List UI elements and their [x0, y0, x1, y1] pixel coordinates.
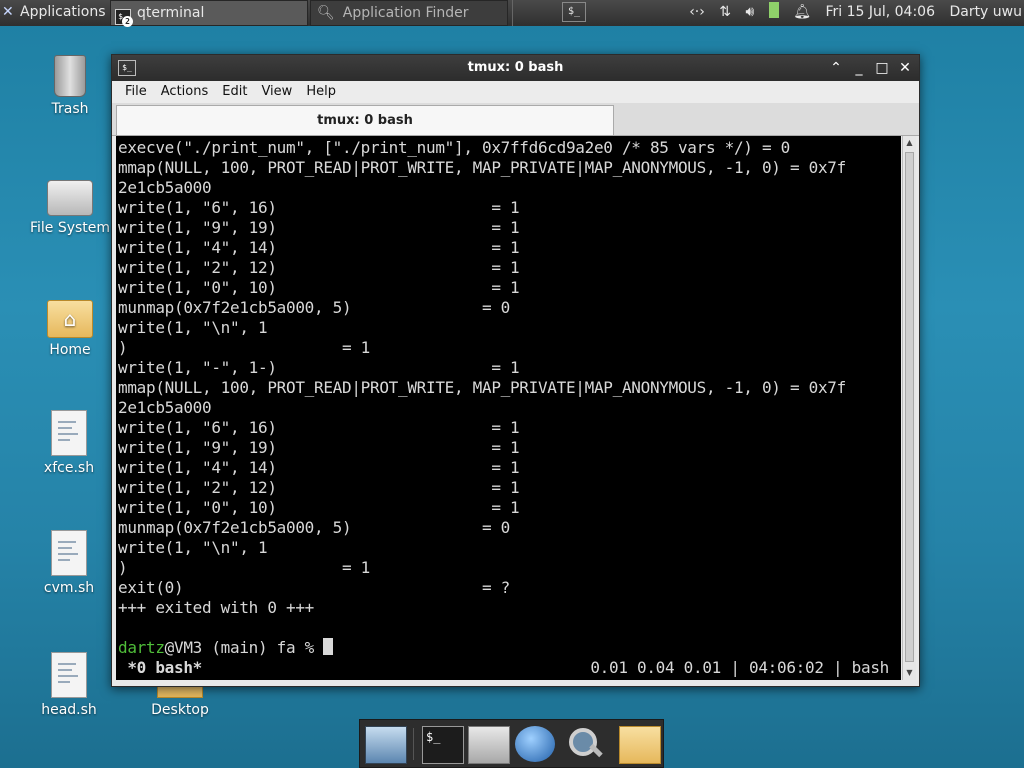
terminal-line: execve("./print_num", ["./print_num"], 0… — [118, 138, 790, 157]
menu-file[interactable]: File — [118, 81, 154, 103]
menu-edit[interactable]: Edit — [215, 81, 254, 103]
taskbar-item-label: Application Finder — [342, 5, 469, 21]
dock: $_ — [359, 719, 664, 768]
desktop-icon-trash[interactable]: Trash — [20, 55, 120, 117]
terminal-icon: $_2 — [115, 9, 133, 27]
terminal-line: write(1, "\n", 1 — [118, 538, 268, 557]
desktop-icon-label: File System — [29, 220, 111, 236]
tab-tmux-bash[interactable]: tmux: 0 bash — [116, 105, 614, 135]
terminal-line: write(1, "6", 16) = 1 — [118, 198, 520, 217]
window-title: tmux: 0 bash — [467, 60, 564, 75]
text-cursor — [323, 638, 334, 655]
network-updown-icon[interactable]: ⇅ — [719, 4, 731, 20]
desktop-icon-label: Trash — [51, 101, 89, 117]
tmux-status-window[interactable]: *0 bash* — [118, 658, 202, 678]
hard-drive-icon — [47, 180, 93, 216]
top-panel: ✕Applications $_2qterminal 🔍︎Application… — [0, 0, 1024, 27]
menu-bar: File Actions Edit View Help — [112, 81, 919, 103]
terminal-line: 2e1cb5a000 — [118, 398, 212, 417]
terminal-line: munmap(0x7f2e1cb5a000, 5) = 0 — [118, 518, 510, 537]
terminal-line: write(1, "4", 14) = 1 — [118, 238, 520, 257]
desktop-icon-label: head.sh — [41, 702, 97, 718]
folder-icon[interactable] — [619, 726, 661, 764]
desktop-icon-label: cvm.sh — [43, 580, 95, 596]
terminal-scrollbar[interactable]: ▲ ▼ — [902, 136, 916, 680]
desktop-icon-label: Desktop — [151, 702, 209, 718]
file-manager-icon[interactable] — [468, 726, 510, 764]
desktop-icon-file-system[interactable]: File System — [20, 180, 120, 236]
shell-prompt[interactable]: dartz@VM3 (main) fa % — [118, 638, 334, 658]
shade-up-icon[interactable]: ⌃ — [826, 58, 846, 78]
battery-icon[interactable] — [768, 2, 779, 18]
desktop-icon-xfce-sh[interactable]: xfce.sh — [19, 410, 119, 476]
terminal-line: write(1, "2", 12) = 1 — [118, 258, 520, 277]
terminal-line: mmap(NULL, 100, PROT_READ|PROT_WRITE, MA… — [118, 378, 846, 397]
terminal-line: +++ exited with 0 +++ — [118, 598, 314, 617]
system-tray: ‹·› ⇅ 🔊︎ 🔔︎ Fri 15 Jul, 04:06 Darty uwu — [679, 0, 1024, 26]
scroll-up-icon[interactable]: ▲ — [903, 136, 916, 150]
clock[interactable]: Fri 15 Jul, 04:06 — [825, 4, 935, 20]
terminal-line: write(1, "\n", 1 — [118, 318, 268, 337]
show-desktop-icon[interactable] — [365, 726, 407, 764]
tmux-status-right: 0.01 0.04 0.01 | 04:06:02 | bash — [590, 658, 889, 677]
terminal-line: write(1, "0", 10) = 1 — [118, 498, 520, 517]
panel-separator — [512, 0, 513, 26]
terminal-line: ) = 1 — [118, 558, 370, 577]
prompt-host-path: @VM3 (main) fa % — [164, 638, 324, 657]
application-finder-icon[interactable] — [565, 726, 605, 762]
terminal-line: write(1, "-", 1-) = 1 — [118, 358, 520, 377]
trash-icon — [54, 55, 86, 97]
script-file-icon — [51, 410, 87, 456]
window-count-badge: 2 — [122, 16, 133, 27]
user-name[interactable]: Darty uwu — [949, 4, 1022, 20]
terminal-line: mmap(NULL, 100, PROT_READ|PROT_WRITE, MA… — [118, 158, 846, 177]
scrollbar-thumb[interactable] — [905, 152, 914, 662]
terminal-launcher-icon[interactable]: $_ — [562, 2, 586, 22]
window-titlebar[interactable]: $_ tmux: 0 bash ⌃ _ □ ✕ — [112, 55, 919, 81]
desktop-icon-cvm-sh[interactable]: cvm.sh — [19, 530, 119, 596]
terminal-line: write(1, "0", 10) = 1 — [118, 278, 520, 297]
home-folder-icon: ⌂ — [47, 300, 93, 338]
applications-menu-button[interactable]: ✕ Applications — [2, 0, 106, 26]
script-file-icon — [51, 530, 87, 576]
scroll-down-icon[interactable]: ▼ — [903, 666, 916, 680]
close-icon[interactable]: ✕ — [895, 58, 915, 78]
desktop-icon-label: Home — [49, 342, 91, 358]
menu-help[interactable]: Help — [299, 81, 343, 103]
desktop-icon-home[interactable]: ⌂ Home — [20, 300, 120, 358]
terminal-line: exit(0) = ? — [118, 578, 510, 597]
network-arrows-icon[interactable]: ‹·› — [689, 4, 705, 20]
terminal-line: write(1, "9", 19) = 1 — [118, 438, 520, 457]
notification-bell-icon[interactable]: 🔔︎ — [793, 4, 811, 20]
menu-view[interactable]: View — [254, 81, 299, 103]
terminal-line: write(1, "6", 16) = 1 — [118, 418, 520, 437]
terminal-line: 2e1cb5a000 — [118, 178, 212, 197]
dock-separator — [413, 728, 414, 760]
desktop-icon-label: xfce.sh — [43, 460, 95, 476]
xfce-logo-icon: ✕ — [2, 4, 14, 20]
desktop-icon-head-sh[interactable]: head.sh — [19, 652, 119, 718]
menu-actions[interactable]: Actions — [154, 81, 216, 103]
terminal-icon[interactable]: $_ — [422, 726, 464, 764]
taskbar-item-application-finder[interactable]: 🔍︎ Application Finder — [310, 0, 508, 26]
terminal-line: write(1, "4", 14) = 1 — [118, 458, 520, 477]
taskbar-item-label: qterminal — [137, 5, 205, 21]
minimize-icon[interactable]: _ — [849, 58, 869, 78]
search-icon: 🔍︎ — [317, 5, 335, 21]
terminal-window: $_ tmux: 0 bash ⌃ _ □ ✕ File Actions Edit V… — [111, 54, 920, 687]
volume-icon[interactable]: 🔊︎ — [745, 4, 754, 20]
terminal-line: write(1, "2", 12) = 1 — [118, 478, 520, 497]
script-file-icon — [51, 652, 87, 698]
terminal-line: ) = 1 — [118, 338, 370, 357]
terminal-line: munmap(0x7f2e1cb5a000, 5) = 0 — [118, 298, 510, 317]
prompt-user: dartz — [118, 638, 165, 657]
web-browser-icon[interactable] — [515, 726, 555, 762]
applications-menu-label: Applications — [20, 4, 106, 20]
tab-bar: tmux: 0 bash — [112, 103, 919, 136]
taskbar-item-qterminal[interactable]: $_2qterminal — [110, 0, 308, 27]
terminal-line: write(1, "9", 19) = 1 — [118, 218, 520, 237]
terminal-output[interactable]: execve("./print_num", ["./print_num"], 0… — [116, 136, 901, 680]
maximize-icon[interactable]: □ — [872, 58, 892, 78]
